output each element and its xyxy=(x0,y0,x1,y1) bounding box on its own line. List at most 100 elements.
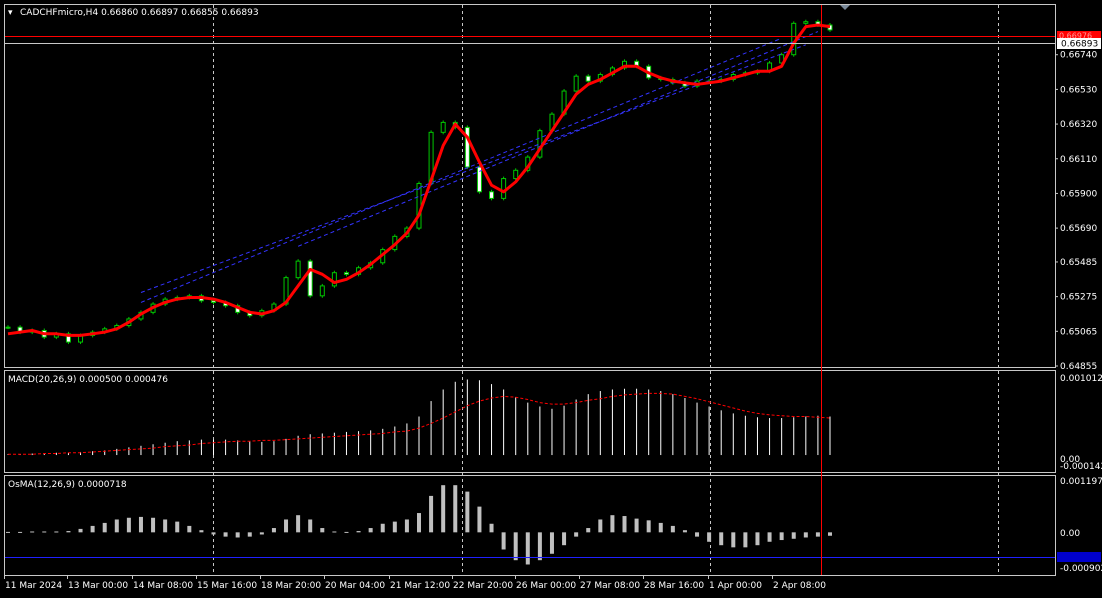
candle-body xyxy=(440,121,446,133)
osma-bar xyxy=(525,532,530,565)
price-axis-label: 0.65065 xyxy=(1060,327,1097,337)
osma-bar xyxy=(78,528,83,533)
candle-body xyxy=(573,75,579,92)
osma-zero-tag xyxy=(1057,552,1101,562)
time-axis-label: 1 Apr 00:00 xyxy=(709,581,762,591)
menu-arrow-icon[interactable]: ▾ xyxy=(8,8,13,18)
osma-bar xyxy=(707,532,712,542)
osma-bar xyxy=(271,528,276,533)
time-axis-label: 14 Mar 08:00 xyxy=(133,581,193,591)
price-axis-label: 0.66110 xyxy=(1060,155,1097,165)
price-axis-label: 0.64855 xyxy=(1060,362,1097,372)
osma-bar xyxy=(380,523,385,533)
candle-body xyxy=(464,126,470,168)
osma-bar xyxy=(779,532,784,541)
osma-bar xyxy=(247,532,252,537)
osma-bar xyxy=(658,522,663,533)
price-axis-label: 0.66740 xyxy=(1060,51,1097,61)
time-axis-label: 18 Mar 20:00 xyxy=(261,581,321,591)
price-axis-label: 0.66320 xyxy=(1060,120,1097,130)
osma-bar xyxy=(30,531,35,533)
osma-bar xyxy=(90,525,95,533)
time-axis-label: 22 Mar 20:00 xyxy=(453,581,513,591)
osma-bar xyxy=(815,532,820,537)
osma-bar xyxy=(743,532,748,548)
osma-bar xyxy=(235,532,240,538)
osma-bar xyxy=(368,528,373,533)
osma-bar xyxy=(489,523,494,533)
osma-bar xyxy=(259,532,264,535)
price-axis-label: 0.65690 xyxy=(1060,224,1097,234)
osma-bar xyxy=(537,532,542,561)
osma-bar xyxy=(634,518,639,533)
time-axis-label: 21 Mar 12:00 xyxy=(390,581,450,591)
osma-bar xyxy=(719,532,724,546)
candle-body xyxy=(295,260,301,279)
osma-bar xyxy=(296,515,301,533)
osma-bar xyxy=(392,521,397,533)
osma-bar xyxy=(828,532,832,536)
osma-bar xyxy=(18,531,23,533)
osma-bar xyxy=(187,525,192,533)
osma-bar xyxy=(114,519,119,533)
low-value: 0.66855 xyxy=(181,8,218,18)
osma-bar xyxy=(429,495,434,533)
osma-bar xyxy=(453,485,458,533)
price-axis-label: 0.66530 xyxy=(1060,85,1097,95)
osma-bar xyxy=(586,528,591,533)
osma-bar xyxy=(417,513,421,533)
high-value: 0.66897 xyxy=(141,8,178,18)
time-axis-label: 11 Mar 2024 xyxy=(5,581,62,591)
osma-bar xyxy=(199,530,204,533)
osma-bar xyxy=(151,517,156,533)
price-axis-label: 0.65275 xyxy=(1060,293,1097,303)
osma-bar xyxy=(42,531,47,533)
osma-bar xyxy=(622,516,627,533)
time-axis-label: 28 Mar 16:00 xyxy=(644,581,704,591)
osma-bar xyxy=(163,519,168,533)
osma-bar xyxy=(670,525,675,533)
osma-bar xyxy=(562,532,567,546)
osma-bar xyxy=(791,532,796,539)
osma-bar xyxy=(682,530,687,533)
osma-label: OsMA(12,26,9) 0.0000718 xyxy=(8,480,127,490)
osma-bar xyxy=(513,532,518,561)
osma-bar xyxy=(356,531,361,533)
osma-bar xyxy=(126,517,131,533)
open-value: 0.66860 xyxy=(101,8,138,18)
osma-bar xyxy=(574,532,579,537)
osma-bar xyxy=(549,532,554,554)
candle-body xyxy=(5,326,11,329)
current-price-text: 0.66893 xyxy=(1061,40,1098,50)
candle-body xyxy=(489,191,495,199)
osma-bar xyxy=(695,532,700,537)
time-axis-label: 26 Mar 00:00 xyxy=(516,581,576,591)
candle-body xyxy=(803,21,809,24)
osma-bar xyxy=(102,522,107,533)
osma-bar xyxy=(767,532,772,542)
time-axis-label: 13 Mar 00:00 xyxy=(68,581,128,591)
macd-label: MACD(20,26,9) 0.000500 0.000476 xyxy=(8,375,168,385)
osma-bar xyxy=(6,531,10,533)
candle-body xyxy=(307,260,313,297)
candle-body xyxy=(501,178,507,199)
osma-bar xyxy=(284,519,289,533)
candle-body xyxy=(319,285,325,297)
price-axis-label: 0.65900 xyxy=(1060,189,1097,199)
osma-bar xyxy=(344,531,349,533)
osma-bar xyxy=(66,531,71,533)
osma-bar xyxy=(223,532,228,537)
time-axis-label: 2 Apr 08:00 xyxy=(773,581,826,591)
candle-body xyxy=(416,183,422,229)
osma-scale-top: 0.0011976 xyxy=(1060,477,1102,487)
osma-bar xyxy=(308,519,313,533)
osma-bar xyxy=(731,532,736,548)
osma-bar xyxy=(465,491,470,533)
trading-chart[interactable]: ▾ CADCHFmicro,H4 0.66860 0.66897 0.66855… xyxy=(0,0,1102,598)
osma-bar xyxy=(175,521,180,533)
osma-bar xyxy=(211,532,216,535)
time-axis-label: 15 Mar 16:00 xyxy=(197,581,257,591)
symbol-label: CADCHFmicro,H4 xyxy=(20,8,98,18)
osma-bar xyxy=(404,519,409,533)
osma-bar xyxy=(138,516,143,533)
